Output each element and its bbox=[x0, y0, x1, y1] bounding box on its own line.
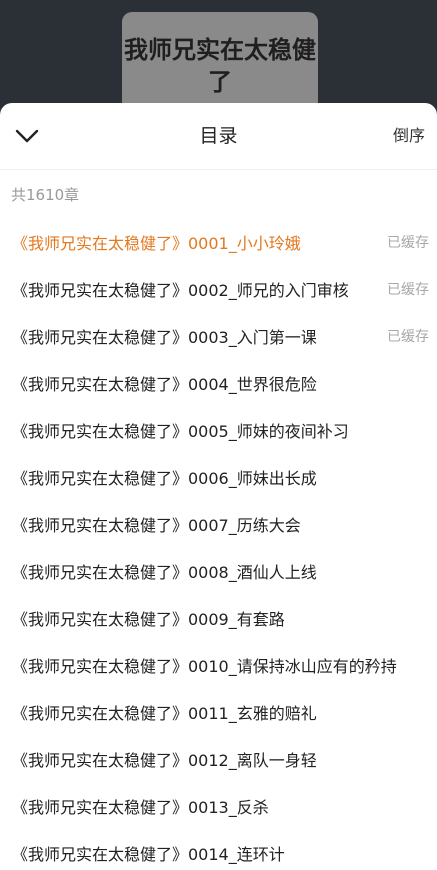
chapter-title: 《我师兄实在太稳健了》0010_请保持冰山应有的矜持 bbox=[12, 657, 397, 676]
chapter-title: 《我师兄实在太稳健了》0011_玄雅的赔礼 bbox=[12, 704, 317, 723]
page-title: 目录 bbox=[199, 125, 238, 147]
collapse-button[interactable] bbox=[12, 121, 42, 151]
chapter-item[interactable]: 《我师兄实在太稳健了》0004_世界很危险 bbox=[0, 361, 437, 408]
chapter-title: 《我师兄实在太稳健了》0003_入门第一课 bbox=[12, 328, 317, 347]
reverse-order-button[interactable]: 倒序 bbox=[393, 103, 425, 169]
chapter-title: 《我师兄实在太稳健了》0007_历练大会 bbox=[12, 516, 301, 535]
chapter-count: 共1610章 bbox=[11, 186, 80, 204]
chapter-item[interactable]: 《我师兄实在太稳健了》0006_师妹出长成 bbox=[0, 455, 437, 502]
chapter-item[interactable]: 《我师兄实在太稳健了》0014_连环计 bbox=[0, 831, 437, 870]
chapter-item[interactable]: 《我师兄实在太稳健了》0012_离队一身轻 bbox=[0, 737, 437, 784]
table-of-contents-sheet: 目录 倒序 共1610章 《我师兄实在太稳健了》0001_小小玲娥 已缓存 《我师兄… bbox=[0, 103, 437, 870]
chevron-down-icon bbox=[15, 129, 39, 143]
chapter-item[interactable]: 《我师兄实在太稳健了》0013_反杀 bbox=[0, 784, 437, 831]
chapter-item[interactable]: 《我师兄实在太稳健了》0010_请保持冰山应有的矜持 bbox=[0, 643, 437, 690]
chapter-title: 《我师兄实在太稳健了》0013_反杀 bbox=[12, 798, 269, 817]
chapter-title: 《我师兄实在太稳健了》0001_小小玲娥 bbox=[12, 234, 301, 253]
chapter-title: 《我师兄实在太稳健了》0008_酒仙人上线 bbox=[12, 563, 317, 582]
chapter-title: 《我师兄实在太稳健了》0006_师妹出长成 bbox=[12, 469, 317, 488]
chapter-item[interactable]: 《我师兄实在太稳健了》0005_师妹的夜间补习 bbox=[0, 408, 437, 455]
toc-header: 目录 倒序 bbox=[0, 103, 437, 170]
chapter-title: 《我师兄实在太稳健了》0002_师兄的入门审核 bbox=[12, 281, 349, 300]
chapter-item[interactable]: 《我师兄实在太稳健了》0003_入门第一课 已缓存 bbox=[0, 314, 437, 361]
chapter-item[interactable]: 《我师兄实在太稳健了》0008_酒仙人上线 bbox=[0, 549, 437, 596]
cached-badge: 已缓存 bbox=[381, 314, 429, 361]
chapter-title: 《我师兄实在太稳健了》0012_离队一身轻 bbox=[12, 751, 317, 770]
chapter-item[interactable]: 《我师兄实在太稳健了》0009_有套路 bbox=[0, 596, 437, 643]
chapter-title: 《我师兄实在太稳健了》0014_连环计 bbox=[12, 845, 285, 864]
chapter-item[interactable]: 《我师兄实在太稳健了》0011_玄雅的赔礼 bbox=[0, 690, 437, 737]
chapter-title: 《我师兄实在太稳健了》0004_世界很危险 bbox=[12, 375, 317, 394]
chapter-item[interactable]: 《我师兄实在太稳健了》0001_小小玲娥 已缓存 bbox=[0, 220, 437, 267]
chapter-title: 《我师兄实在太稳健了》0009_有套路 bbox=[12, 610, 285, 629]
book-cover-title: 我师兄实在太稳健了 bbox=[124, 36, 316, 96]
chapter-title: 《我师兄实在太稳健了》0005_师妹的夜间补习 bbox=[12, 422, 349, 441]
chapter-list: 《我师兄实在太稳健了》0001_小小玲娥 已缓存 《我师兄实在太稳健了》0002_师… bbox=[0, 220, 437, 870]
cached-badge: 已缓存 bbox=[381, 220, 429, 267]
cached-badge: 已缓存 bbox=[381, 267, 429, 314]
chapter-item[interactable]: 《我师兄实在太稳健了》0002_师兄的入门审核 已缓存 bbox=[0, 267, 437, 314]
chapter-item[interactable]: 《我师兄实在太稳健了》0007_历练大会 bbox=[0, 502, 437, 549]
